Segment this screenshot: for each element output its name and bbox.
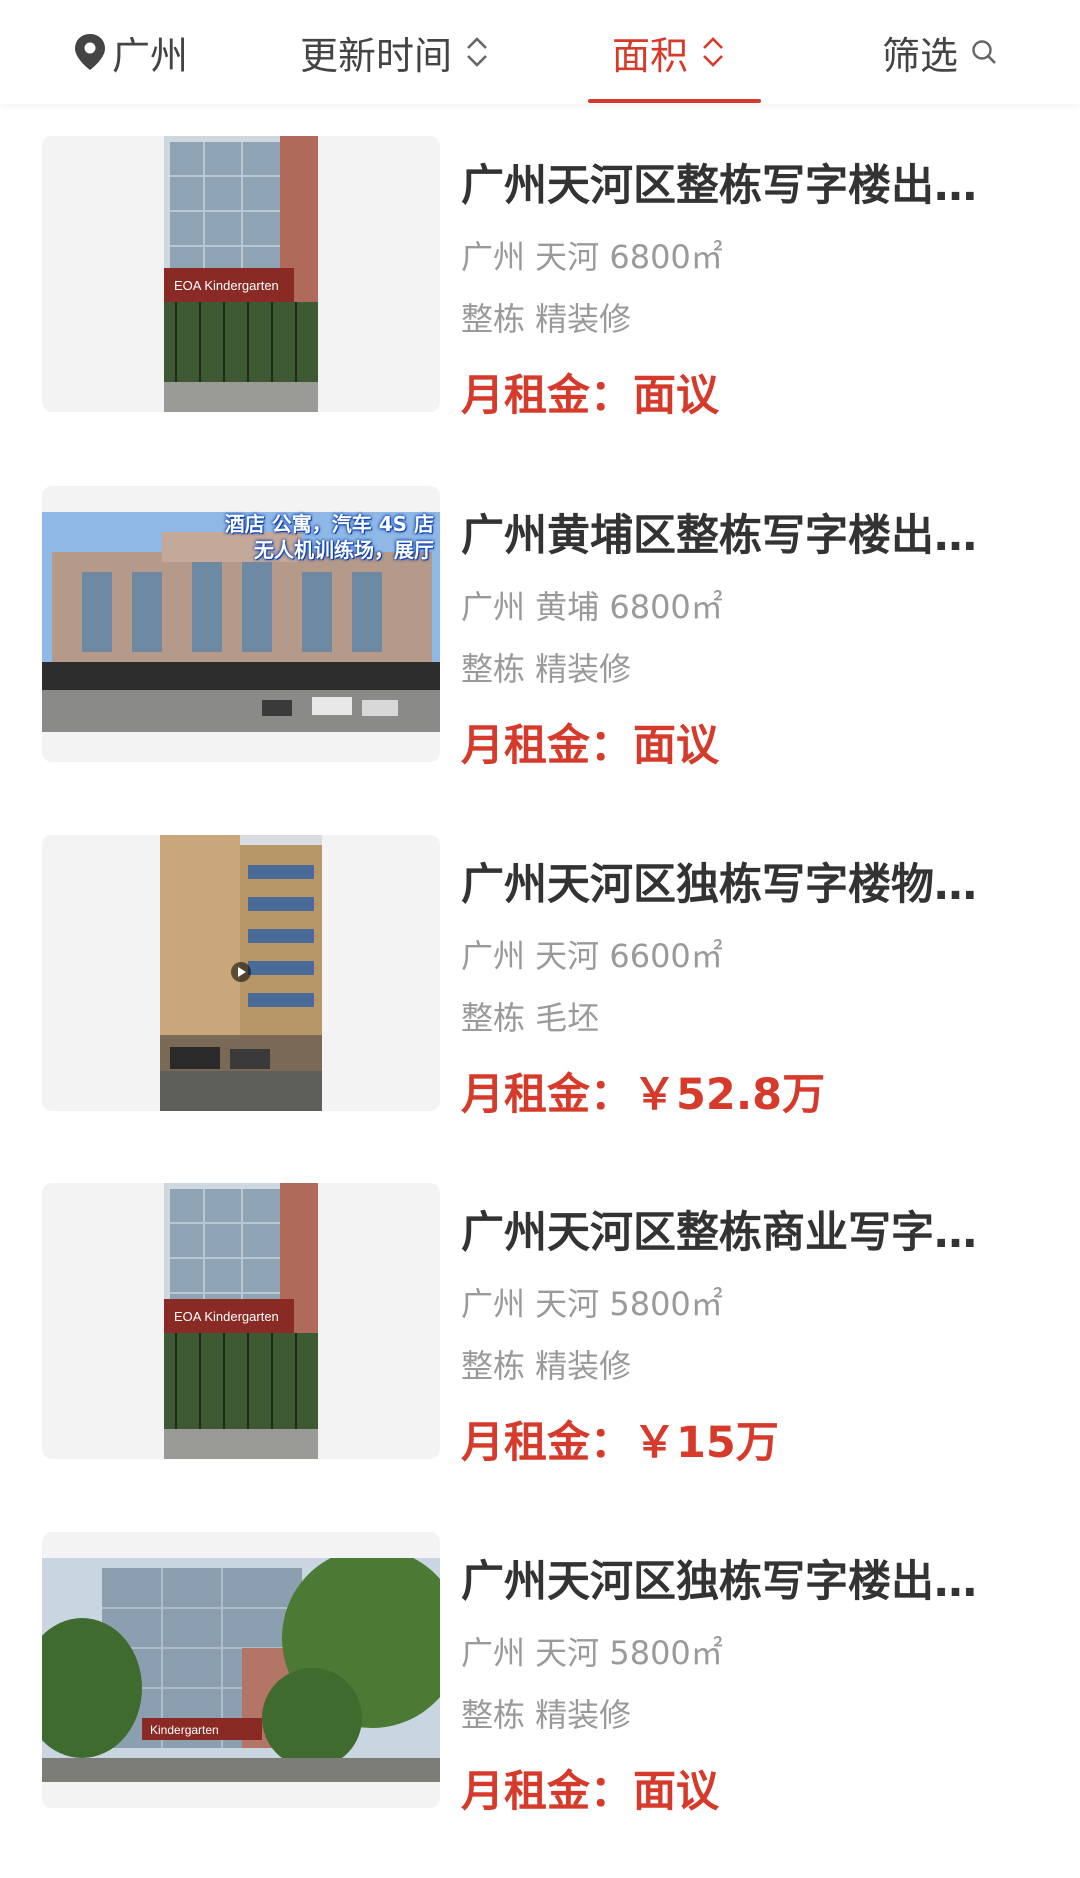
price-label: 月租金： xyxy=(461,371,633,421)
city-filter[interactable]: 广州 xyxy=(72,20,188,84)
listing-card[interactable]: EOA Kindergarten 广州天河区整栋商业写字… 广州 天河 5800… xyxy=(0,1183,1080,1483)
listing-title: 广州天河区独栋写字楼出… xyxy=(461,1557,977,1607)
listing-location: 广州 黄埔 6800㎡ xyxy=(461,588,723,626)
listing-title: 广州天河区整栋写字楼出… xyxy=(461,161,977,211)
price-value: 面议 xyxy=(633,721,719,771)
listing-tags: 整栋 精装修 xyxy=(461,300,632,338)
listing-price: 月租金：￥52.8万 xyxy=(461,1067,825,1123)
listing-price: 月租金：￥15万 xyxy=(461,1415,779,1471)
city-label: 广州 xyxy=(112,33,189,78)
price-value: 面议 xyxy=(633,371,719,421)
listing-price: 月租金：面议 xyxy=(461,368,719,424)
update-time-label: 更新时间 xyxy=(300,33,453,78)
listing-thumbnail: 酒店 公寓，汽车 4S 店 无人机训练场，展厅 xyxy=(42,486,440,762)
price-label: 月租金： xyxy=(461,1418,633,1468)
svg-text:Kindergarten: Kindergarten xyxy=(150,1723,219,1737)
update-time-sort[interactable]: 更新时间 xyxy=(300,20,490,84)
building-photo: Kindergarten xyxy=(42,1558,440,1782)
listing-location: 广州 天河 6600㎡ xyxy=(461,937,723,975)
listing-thumbnail: EOA Kindergarten xyxy=(42,136,440,412)
price-label: 月租金： xyxy=(461,1070,633,1120)
filter-button[interactable]: 筛选 xyxy=(882,20,998,84)
listing-thumbnail: Kindergarten xyxy=(42,1532,440,1808)
building-photo: EOA Kindergarten xyxy=(164,1183,318,1459)
search-icon xyxy=(972,40,996,64)
listing-card[interactable]: 酒店 公寓，汽车 4S 店 无人机训练场，展厅 广州黄埔区整栋写字楼出… 广州 … xyxy=(0,486,1080,786)
listing-location: 广州 天河 5800㎡ xyxy=(461,1634,723,1672)
photo-caption: 无人机训练场，展厅 xyxy=(254,538,434,562)
location-pin-icon xyxy=(75,34,105,70)
sort-updown-icon xyxy=(703,37,723,67)
price-label: 月租金： xyxy=(461,1767,633,1817)
listing-tags: 整栋 毛坯 xyxy=(461,999,600,1037)
price-label: 月租金： xyxy=(461,721,633,771)
listing-card[interactable]: 广州天河区独栋写字楼物… 广州 天河 6600㎡ 整栋 毛坯 月租金：￥52.8… xyxy=(0,835,1080,1135)
area-label: 面积 xyxy=(612,33,689,78)
listing-tags: 整栋 精装修 xyxy=(461,1347,632,1385)
listing-title: 广州天河区整栋商业写字… xyxy=(461,1208,977,1258)
price-value: 面议 xyxy=(633,1767,719,1817)
area-sort[interactable]: 面积 xyxy=(612,20,726,84)
listing-tags: 整栋 精装修 xyxy=(461,1696,632,1734)
photo-caption: 酒店 公寓，汽车 4S 店 xyxy=(224,512,434,536)
building-photo: EOA Kindergarten xyxy=(164,136,318,412)
listing-price: 月租金：面议 xyxy=(461,718,719,774)
listing-title: 广州天河区独栋写字楼物… xyxy=(461,860,977,910)
listing-location: 广州 天河 6800㎡ xyxy=(461,238,723,276)
svg-text:EOA Kindergarten: EOA Kindergarten xyxy=(174,278,279,293)
sort-updown-icon xyxy=(467,37,487,67)
play-video-icon xyxy=(231,962,251,982)
listing-card[interactable]: EOA Kindergarten 广州天河区整栋写字楼出… 广州 天河 6800… xyxy=(0,136,1080,436)
listing-title: 广州黄埔区整栋写字楼出… xyxy=(461,511,977,561)
price-value: ￥15万 xyxy=(633,1418,779,1468)
svg-text:EOA Kindergarten: EOA Kindergarten xyxy=(174,1309,279,1324)
active-tab-indicator xyxy=(588,99,761,103)
listing-thumbnail: EOA Kindergarten xyxy=(42,1183,440,1459)
listing-tags: 整栋 精装修 xyxy=(461,650,632,688)
listing-price: 月租金：面议 xyxy=(461,1764,719,1820)
price-value: ￥52.8万 xyxy=(633,1070,826,1120)
filter-bar: 广州 更新时间 面积 筛选 xyxy=(0,0,1080,104)
filter-label: 筛选 xyxy=(882,33,959,78)
listing-card[interactable]: Kindergarten 广州天河区独栋写字楼出… 广州 天河 5800㎡ 整栋… xyxy=(0,1532,1080,1832)
listing-location: 广州 天河 5800㎡ xyxy=(461,1285,723,1323)
listing-thumbnail xyxy=(42,835,440,1111)
